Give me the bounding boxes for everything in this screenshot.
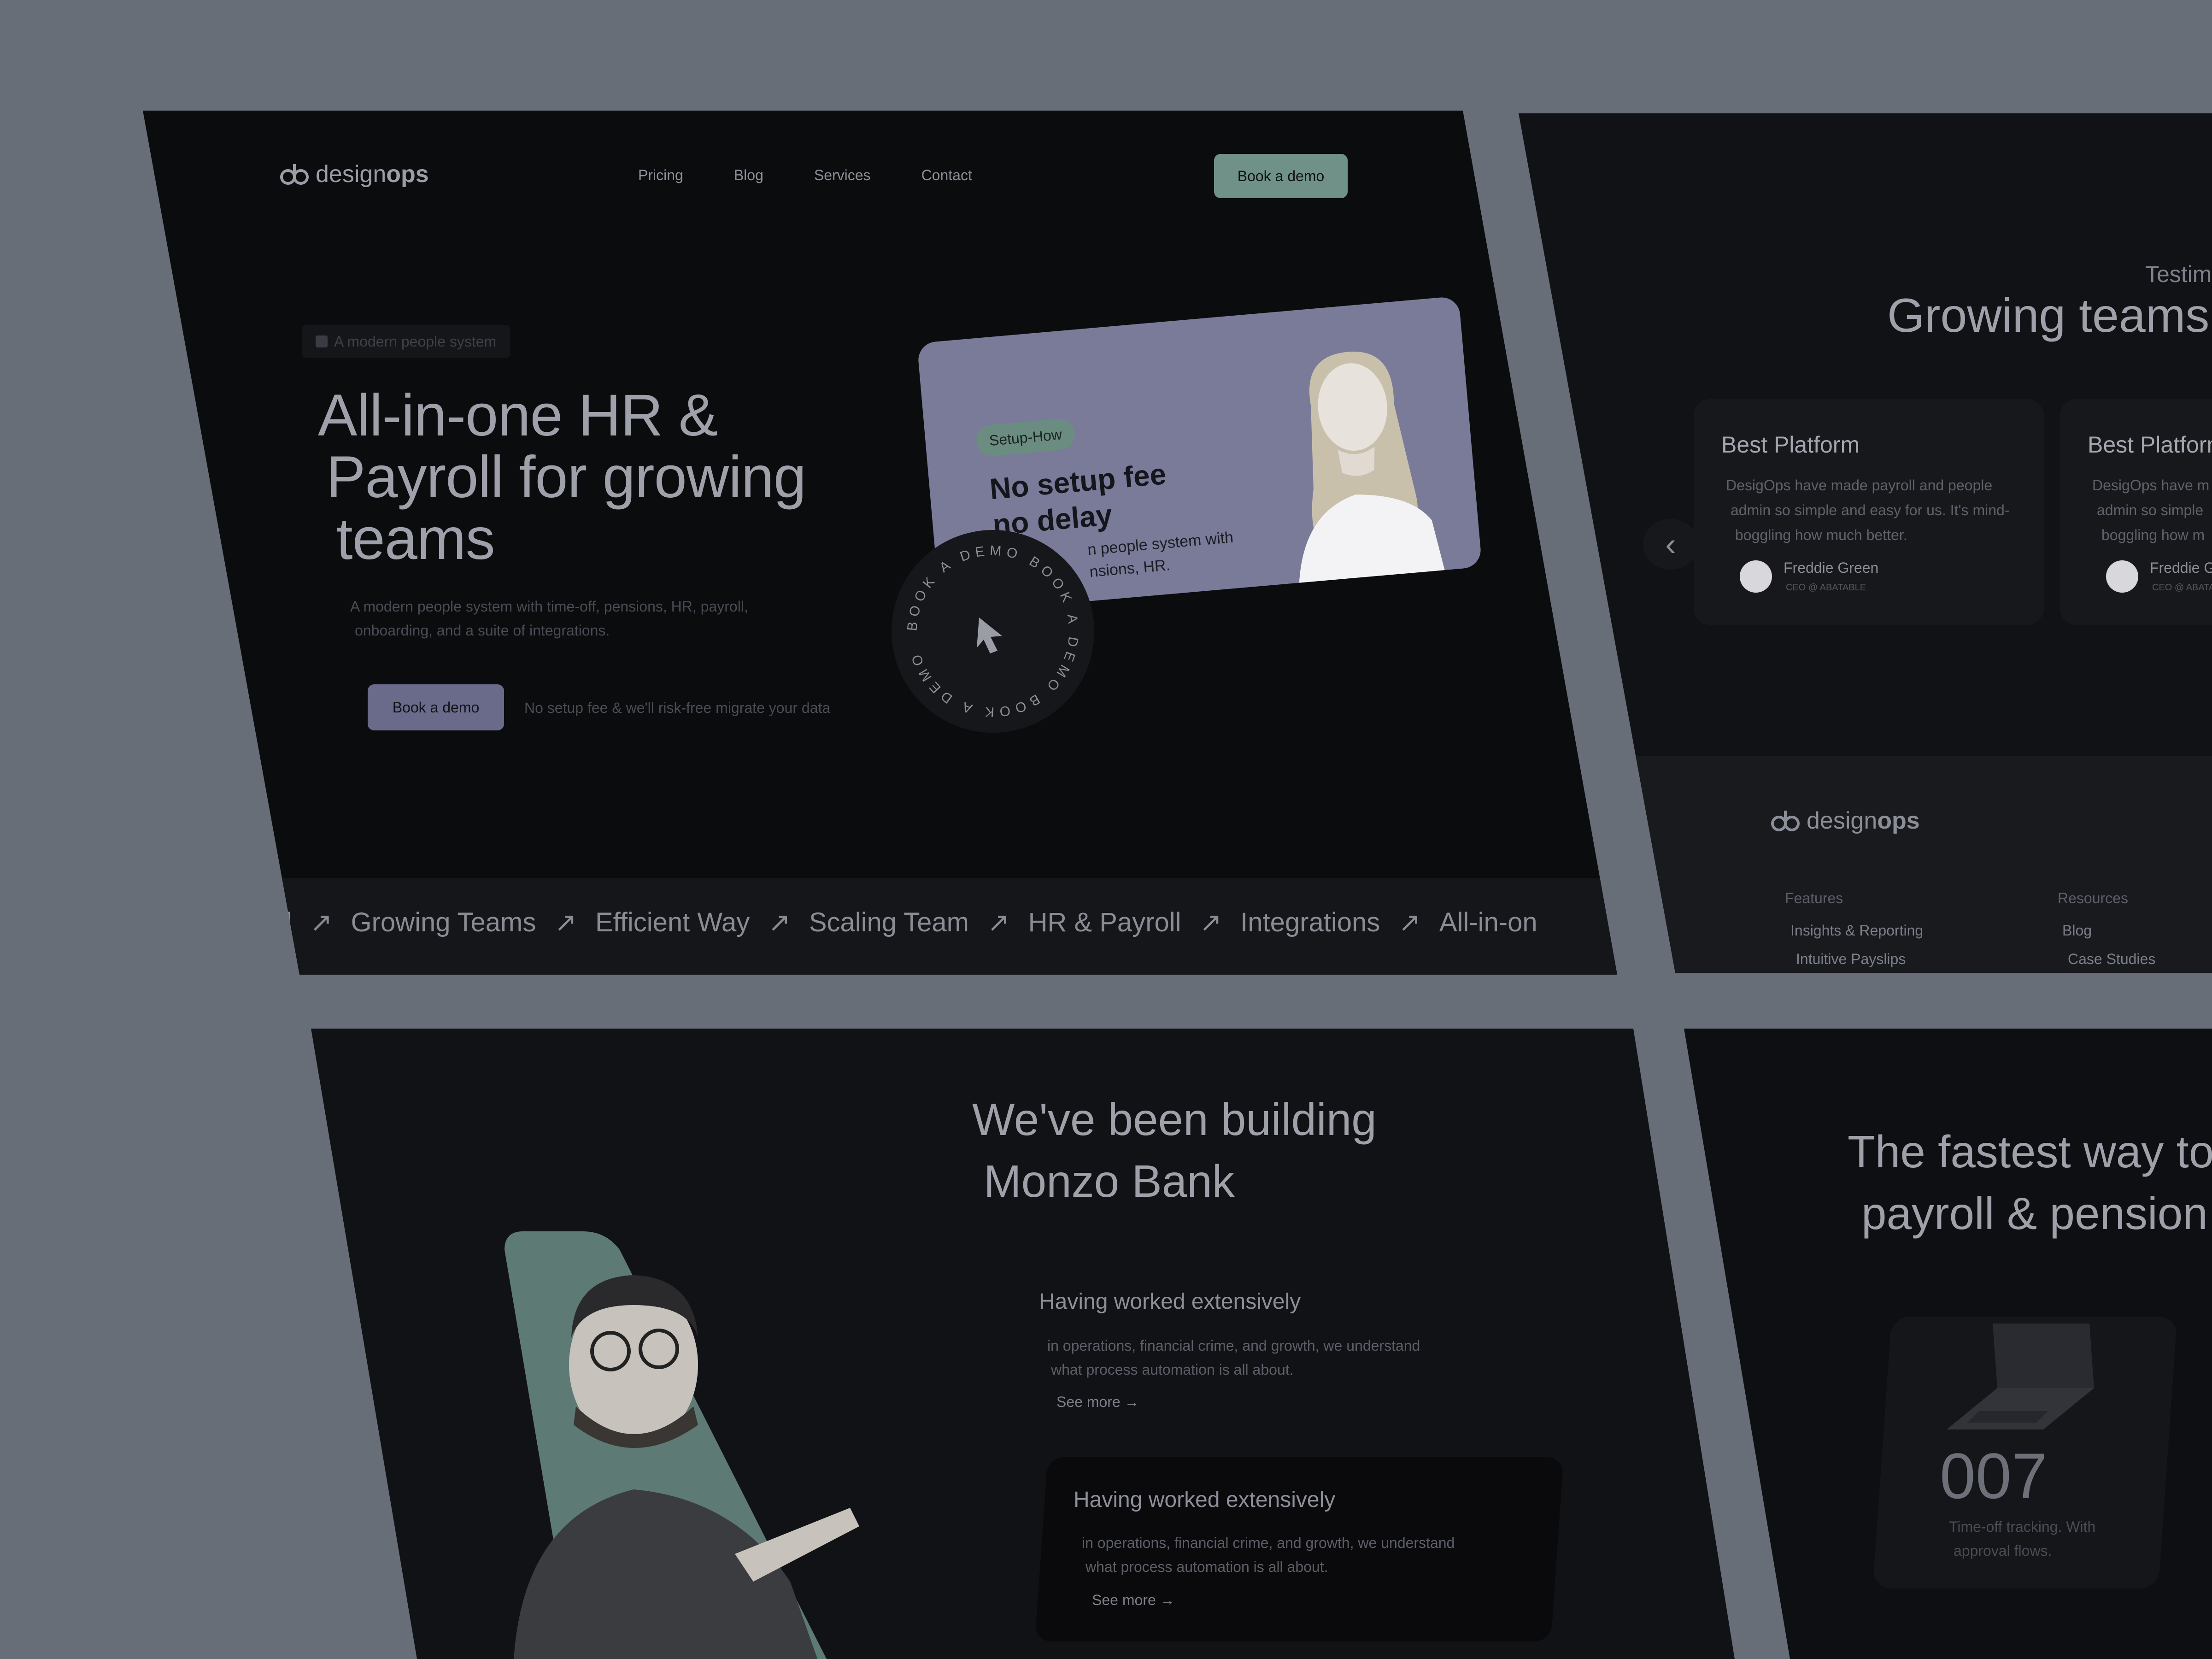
nav-pricing[interactable]: Pricing [638, 167, 683, 184]
hero-badge-text: A modern people system [334, 333, 497, 350]
nav-blog[interactable]: Blog [734, 167, 763, 184]
about-block-title: Having worked extensively [1039, 1289, 1301, 1314]
testimonial-body: DesigOps have made payroll and people ad… [1726, 477, 2010, 543]
marquee-track: l ↗ Growing Teams ↗ Efficient Way ↗ Scaling… [286, 906, 1537, 938]
header-book-demo-button[interactable]: Book a demo [1214, 154, 1348, 198]
testimonial-role: CEO @ ABATABLE [1786, 582, 1866, 593]
hero-title-line2: Payroll for growing [326, 444, 806, 510]
pointer-hand-icon [977, 618, 1002, 653]
about-block-body: in operations, financial crime, and grow… [1082, 1535, 1455, 1575]
about-title-line1: We've been building [972, 1094, 1377, 1145]
arrow-up-right-icon: ↗ [987, 907, 1010, 937]
hero-title: All-in-one HR & Payroll for growing team… [318, 385, 806, 570]
see-more-link[interactable]: See more → [1056, 1394, 1139, 1411]
testimonial-author: Freddie G [2150, 559, 2212, 576]
marquee-item: ↗ All-in-on [1398, 907, 1537, 938]
fastest-title: The fastest way to payroll & pension [1848, 1121, 2212, 1244]
testimonial-card: Best Platform DesigOps have made payroll… [1694, 399, 2044, 625]
marquee-item: ↗ Integrations [1199, 907, 1380, 938]
marquee-item: l [286, 907, 292, 937]
testimonial-body: DesigOps have m admin so simple boggling… [2092, 477, 2210, 543]
avatar [1740, 560, 1772, 593]
marquee-item: ↗ Scaling Team [768, 907, 969, 938]
marquee-item: ↗ Growing Teams [310, 907, 536, 938]
hero-subtitle-line1: A modern people system with time-off, pe… [350, 598, 748, 615]
marquee-item: ↗ Efficient Way [554, 907, 750, 938]
logo[interactable]: designops [279, 160, 429, 188]
hero-panel: designops Pricing Blog Services Contact … [143, 111, 1617, 975]
man-photo [505, 1231, 859, 1659]
about-block-title: Having worked extensively [1074, 1488, 1336, 1512]
arrow-up-right-icon: ↗ [768, 907, 791, 937]
hero-cta-note: No setup fee & we'll risk-free migrate y… [524, 700, 831, 716]
fastest-title-line1: The fastest way to [1848, 1126, 2212, 1177]
logo-suffix: ops [386, 161, 429, 188]
marquee-band: l ↗ Growing Teams ↗ Efficient Way ↗ Scaling… [143, 878, 1617, 975]
testimonial-author: Freddie Green [1784, 559, 1879, 576]
testimonials-eyebrow: Testim [2145, 261, 2212, 287]
nav-contact[interactable]: Contact [921, 167, 972, 184]
footer-logo[interactable]: designops [1770, 807, 1920, 835]
fastest-title-line2: payroll & pension [1861, 1188, 2208, 1239]
hero-title-line1: All-in-one HR & [318, 382, 718, 448]
woman-photo [1299, 351, 1446, 588]
hero-title-line3: teams [336, 506, 495, 572]
footer-link[interactable]: Insights & Reporting [1790, 922, 1923, 939]
promo-body: n people system with nsions, HR. [1086, 526, 1236, 583]
testimonial-title: Best Platform [2088, 432, 2212, 458]
book-demo-badge[interactable]: BOOK A DEMO BOOK A DEMO BOOK A DEMO [892, 530, 1094, 733]
testimonial-title: Best Platform [1721, 432, 1860, 458]
promo-tag: Setup-How [975, 418, 1076, 458]
arrow-up-right-icon: ↗ [1398, 907, 1421, 937]
footer-link[interactable]: Blog [2062, 922, 2092, 939]
arrow-up-right-icon: ↗ [554, 907, 577, 937]
footer: designops Features Insights & Reporting … [1519, 756, 2212, 973]
nav-services[interactable]: Services [814, 167, 871, 184]
hero-subtitle-line2: onboarding, and a suite of integrations. [355, 622, 610, 639]
main-nav: Pricing Blog Services Contact [638, 167, 972, 184]
logo-text: designops [316, 160, 429, 188]
book-demo-ring: BOOK A DEMO BOOK A DEMO BOOK A DEMO [904, 543, 1076, 719]
about-title: We've been building Monzo Bank [972, 1088, 1377, 1212]
hero-subtitle: A modern people system with time-off, pe… [350, 594, 748, 642]
fastest-panel: The fastest way to payroll & pension 007… [1684, 1029, 2212, 1659]
logo-icon [1771, 811, 1800, 831]
arrow-up-right-icon: ↗ [310, 907, 333, 937]
testimonials-title: Growing teams [1887, 289, 2210, 342]
about-panel: We've been building Monzo Bank Having wo… [311, 1029, 1735, 1659]
see-more-link[interactable]: See more → [1092, 1592, 1175, 1609]
marquee-item: ↗ HR & Payroll [987, 907, 1181, 938]
testimonial-role: CEO @ ABATA [2152, 582, 2212, 593]
logo-icon [280, 164, 309, 185]
hero-badge: A modern people system [302, 325, 510, 358]
footer-features-title: Features [1785, 890, 1843, 906]
carousel-prev-button[interactable]: ‹ [1643, 519, 1698, 570]
stat-caption: Time-off tracking. With approval flows. [1949, 1518, 2096, 1559]
footer-link[interactable]: Intuitive Payslips [1796, 951, 1906, 968]
about-title-line2: Monzo Bank [984, 1156, 1235, 1206]
about-block-body: in operations, financial crime, and grow… [1047, 1337, 1420, 1378]
testimonial-card: Best Platform DesigOps have m admin so s… [2060, 399, 2212, 625]
shield-icon [316, 335, 328, 347]
avatar [2106, 560, 2138, 593]
stat-number: 007 [1940, 1440, 2048, 1512]
logo-prefix: design [316, 161, 387, 188]
footer-link[interactable]: Case Studies [2068, 951, 2155, 968]
laptop-icon [1947, 1324, 2094, 1430]
testimonials-panel: Testim Growing teams ‹ Best Platform Des… [1519, 113, 2212, 973]
hero-book-demo-button[interactable]: Book a demo [368, 684, 504, 730]
footer-resources-title: Resources [2058, 890, 2128, 906]
arrow-up-right-icon: ↗ [1199, 907, 1222, 937]
